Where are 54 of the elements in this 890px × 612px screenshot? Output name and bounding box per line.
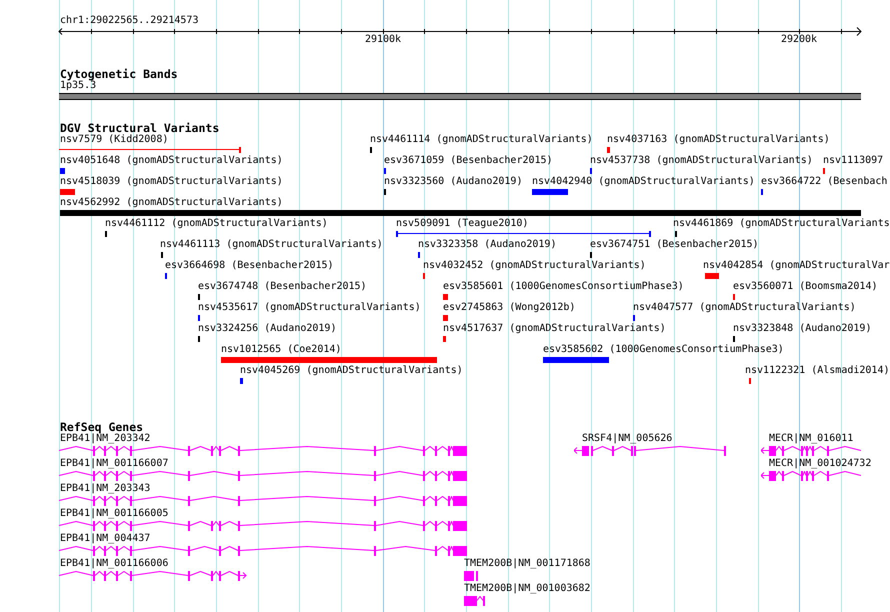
transcript-label: EPB41|NM_004437	[60, 534, 150, 544]
variant-label: nsv4461112 (gnomADStructuralVariants)	[105, 219, 328, 229]
tick-label: 29100k	[364, 35, 402, 45]
variant-label: nsv3323560 (Audano2019)	[384, 177, 522, 187]
track-title: RefSeq Genes	[60, 421, 144, 433]
variant-label: esv3674748 (Besenbacher2015)	[198, 282, 367, 292]
transcript-label: EPB41|NM_001166005	[60, 509, 168, 519]
variant-label: nsv4037163 (gnomADStructuralVariants)	[607, 135, 830, 145]
transcript-label: MECR|NM_016011	[769, 434, 854, 444]
transcript-label: EPB41|NM_203343	[60, 484, 150, 494]
variant-label: esv2745863 (Wong2012b)	[443, 303, 576, 313]
variant-label: nsv4461113 (gnomADStructuralVariants)	[160, 240, 383, 250]
transcript-drawing	[464, 596, 485, 606]
variant-label: nsv3323848 (Audano2019)	[733, 324, 872, 334]
variant-label: nsv4461869 (gnomADStructuralVariants	[673, 219, 890, 229]
variant-label: nsv4042854 (gnomADStructuralVar	[703, 261, 890, 271]
variant-label: nsv509091 (Teague2010)	[396, 219, 528, 229]
transcript-label: EPB41|NM_001166006	[60, 559, 168, 569]
variant-label: nsv4562992 (gnomADStructuralVariants)	[60, 198, 283, 208]
transcript-label: MECR|NM_001024732	[769, 459, 872, 469]
variant-label: nsv4517637 (gnomADStructuralVariants)	[443, 324, 666, 334]
variant-label: esv3671059 (Besenbacher2015)	[384, 156, 553, 166]
variant-label: nsv4042940 (gnomADStructuralVariants)	[532, 177, 755, 187]
variant-label: nsv3324256 (Audano2019)	[198, 324, 336, 334]
variant-label: nsv4537738 (gnomADStructuralVariants)	[590, 156, 813, 166]
variant-label: nsv4032452 (gnomADStructuralVariants)	[423, 261, 646, 271]
variant-label: esv3585602 (1000GenomesConsortiumPhase3)	[543, 345, 784, 355]
track-title: DGV Structural Variants	[60, 122, 220, 134]
variant-label: nsv1113097	[823, 156, 884, 166]
transcript-label: SRSF4|NM_005626	[582, 434, 672, 444]
variant-label: nsv4535617 (gnomADStructuralVariants)	[198, 303, 421, 313]
variant-label: nsv7579 (Kidd2008)	[60, 135, 168, 145]
variant-label: nsv4047577 (gnomADStructuralVariants)	[633, 303, 856, 313]
variant-label: nsv1012565 (Coe2014)	[221, 345, 342, 355]
transcript-drawing	[464, 571, 478, 581]
tick-label: 29200k	[780, 35, 818, 45]
transcript-label: TMEM200B|NM_001171868	[464, 559, 590, 569]
variant-label: nsv4518039 (gnomADStructuralVariants)	[60, 177, 283, 187]
transcript-label: EPB41|NM_203342	[60, 434, 150, 444]
variant-label: nsv4051648 (gnomADStructuralVariants)	[60, 156, 283, 166]
variant-label: esv3664722 (Besenbach	[761, 177, 888, 187]
variant-label: nsv4045269 (gnomADStructuralVariants)	[240, 366, 463, 376]
band-label: 1p35.3	[60, 81, 96, 91]
variant-label: esv3664698 (Besenbacher2015)	[165, 261, 334, 271]
variant-label: nsv1122321 (Alsmadi2014)	[745, 366, 890, 376]
transcript-label: EPB41|NM_001166007	[60, 459, 168, 469]
variant-label: esv3585601 (1000GenomesConsortiumPhase3)	[443, 282, 684, 292]
variant-label: nsv3323358 (Audano2019)	[418, 240, 556, 250]
variant-label: nsv4461114 (gnomADStructuralVariants)	[370, 135, 593, 145]
variant-label: esv3560071 (Boomsma2014)	[733, 282, 878, 292]
transcript-label: TMEM200B|NM_001003682	[464, 584, 590, 594]
location-label: chr1:29022565..29214573	[60, 16, 198, 26]
variant-label: esv3674751 (Besenbacher2015)	[590, 240, 759, 250]
track-title: Cytogenetic Bands	[60, 68, 178, 80]
